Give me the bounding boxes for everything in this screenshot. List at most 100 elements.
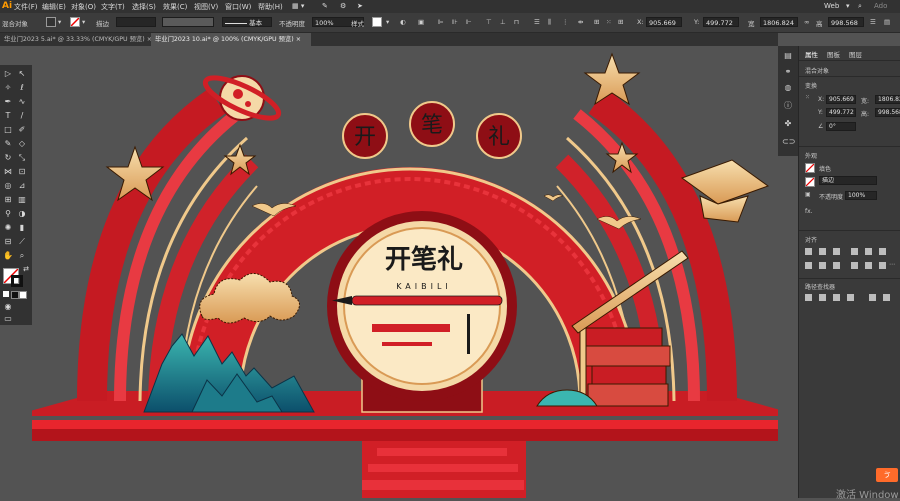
align-bottom-icon[interactable]	[879, 248, 886, 255]
fill-swatch[interactable]	[805, 163, 815, 173]
menu-effect[interactable]: 效果(C)	[163, 2, 187, 12]
align-bottom-icon[interactable]: ⊓	[514, 18, 519, 26]
tab-document-2[interactable]: 毕业门2023 10.ai* @ 100% (CMYK/GPU 预览) ×	[151, 33, 311, 46]
align-hcenter-icon[interactable]: ⊪	[452, 18, 458, 26]
shaper-tool-icon[interactable]: ✎	[2, 138, 14, 150]
scale-tool-icon[interactable]: ⤡	[16, 152, 28, 164]
gpu-icon[interactable]: ⚙	[340, 2, 346, 10]
type-tool-icon[interactable]: T	[2, 110, 14, 122]
y-field[interactable]: 499.772	[703, 17, 739, 27]
more-options-icon[interactable]: ⋯	[889, 261, 895, 268]
links-icon[interactable]: ⊂⊃	[782, 136, 795, 148]
reference-point-icon[interactable]: ⁙	[606, 18, 611, 26]
perspective-tool-icon[interactable]: ⊿	[16, 180, 28, 192]
align-right-icon[interactable]	[833, 248, 840, 255]
tab-properties[interactable]: 属性	[805, 49, 818, 59]
chevron-down-icon[interactable]: ▾	[846, 2, 850, 10]
align-right-icon[interactable]: ⊩	[466, 18, 472, 26]
stroke-field[interactable]: 描边	[819, 176, 877, 185]
exclude-icon[interactable]	[847, 294, 854, 301]
edit-contents-icon[interactable]: ▣	[418, 18, 424, 26]
brush-definition-field[interactable]: 基本	[222, 17, 272, 27]
align-left-icon[interactable]	[805, 248, 812, 255]
distribute-v-icon[interactable]: ⋮	[562, 18, 569, 26]
recolor-icon[interactable]: ◐	[400, 18, 406, 26]
align-top-icon[interactable]	[851, 248, 858, 255]
none-mode-icon[interactable]	[19, 291, 27, 299]
tab-document-1[interactable]: 华业门2023 5.ai* @ 33.33% (CMYK/GPU 预览) ×	[0, 33, 152, 46]
rectangle-tool-icon[interactable]: □	[2, 124, 14, 136]
height-field[interactable]: 998.568	[875, 108, 900, 117]
gradient-tool-icon[interactable]: ▥	[16, 194, 28, 206]
menu-view[interactable]: 视图(V)	[194, 2, 218, 12]
menu-window[interactable]: 窗口(W)	[225, 2, 251, 12]
width-tool-icon[interactable]: ⋈	[2, 166, 14, 178]
rotate-tool-icon[interactable]: ↻	[2, 152, 14, 164]
notification-badge[interactable]: ゔ	[876, 468, 898, 482]
distribute-center-icon[interactable]	[819, 262, 826, 269]
paintbrush-tool-icon[interactable]: ✐	[16, 124, 28, 136]
mesh-tool-icon[interactable]: ⊞	[2, 194, 14, 206]
width-field[interactable]: 1806.824	[760, 17, 798, 27]
layout-icon[interactable]: ▦ ▾	[292, 2, 304, 10]
align-vcenter-icon[interactable]: ⊥	[500, 18, 506, 26]
send-icon[interactable]: ➤	[357, 2, 363, 10]
chevron-down-icon[interactable]: ▾	[386, 18, 389, 26]
distribute-h-icon[interactable]: ⫼	[548, 18, 551, 27]
menu-select[interactable]: 选择(S)	[132, 2, 156, 12]
blend-tool-icon[interactable]: ◑	[16, 208, 28, 220]
distribute-right-icon[interactable]	[879, 262, 886, 269]
reference-point-icon[interactable]: ⁙	[805, 94, 810, 101]
symbol-sprayer-tool-icon[interactable]: ✺	[2, 222, 14, 234]
fill-swatch[interactable]	[46, 17, 56, 27]
search-icon[interactable]: ⌕	[858, 2, 862, 11]
close-icon[interactable]: ×	[296, 36, 301, 43]
chevron-down-icon[interactable]: ▾	[58, 18, 61, 26]
chevron-down-icon[interactable]: ▾	[82, 18, 85, 26]
menu-type[interactable]: 文字(T)	[101, 2, 125, 12]
zoom-tool-icon[interactable]: ⌕	[16, 250, 28, 262]
tab-layers[interactable]: 图层	[849, 49, 862, 59]
gradient-mode-icon[interactable]	[11, 291, 19, 299]
distribute-left-icon[interactable]	[851, 262, 858, 269]
reference-point-grid-icon[interactable]: ⊞	[618, 18, 623, 26]
align-hcenter-icon[interactable]	[819, 248, 826, 255]
width-field[interactable]: 1806.824	[875, 95, 900, 104]
swap-colors-icon[interactable]: ⇄	[20, 263, 32, 275]
info-icon[interactable]: ⓘ	[782, 100, 794, 112]
screen-mode-icon[interactable]: ▭	[2, 313, 14, 325]
align-vcenter-icon[interactable]	[865, 248, 872, 255]
panel-menu-icon[interactable]: ☰	[870, 18, 876, 26]
link-icon[interactable]: ∞	[804, 18, 809, 26]
brushes-icon[interactable]: ◍	[782, 82, 794, 94]
lasso-tool-icon[interactable]: ℓ	[16, 82, 28, 94]
menu-edit[interactable]: 编辑(E)	[42, 2, 66, 12]
fx-button[interactable]: fx.	[805, 208, 813, 215]
menu-file[interactable]: 文件(F)	[14, 2, 38, 12]
stroke-swatch[interactable]	[805, 177, 815, 187]
workspace-switcher[interactable]: Web	[824, 2, 839, 10]
stroke-swatch[interactable]	[70, 17, 80, 27]
shape-builder-tool-icon[interactable]: ◎	[2, 180, 14, 192]
slice-tool-icon[interactable]: ⟋	[16, 236, 28, 248]
unite-icon[interactable]	[805, 294, 812, 301]
angle-field[interactable]: 0°	[826, 122, 856, 131]
pen-tool-icon[interactable]: ✒	[2, 96, 14, 108]
menu-help[interactable]: 帮助(H)	[258, 2, 283, 12]
stroke-color-swatch[interactable]	[11, 275, 23, 287]
more-icon[interactable]: ▤	[884, 18, 890, 26]
minus-front-icon[interactable]	[819, 294, 826, 301]
y-field[interactable]: 499.772	[826, 108, 856, 117]
distribute-icon[interactable]: ☰	[534, 18, 540, 26]
color-guide-icon[interactable]: ⚭	[782, 66, 794, 78]
align-left-icon[interactable]: ⊫	[438, 18, 444, 26]
brush-icon[interactable]: ✎	[322, 2, 328, 10]
draw-mode-icon[interactable]: ◉	[2, 301, 14, 313]
transform-icon[interactable]: ⊞	[594, 18, 599, 26]
style-swatch[interactable]	[372, 17, 382, 27]
eyedropper-tool-icon[interactable]: ⚲	[2, 208, 14, 220]
divide-icon[interactable]	[869, 294, 876, 301]
distribute-top-icon[interactable]	[805, 262, 812, 269]
stroke-weight-field[interactable]	[116, 17, 156, 27]
opacity-field[interactable]: 100%	[845, 191, 877, 200]
